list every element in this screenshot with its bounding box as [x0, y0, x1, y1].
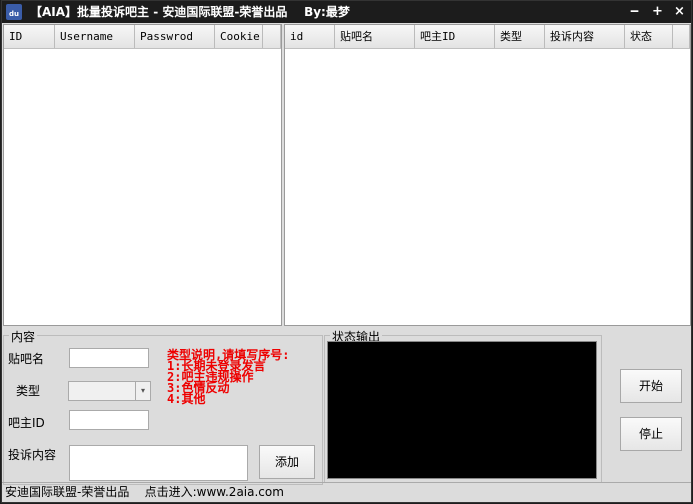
type-select[interactable]: ▾ — [68, 381, 151, 401]
complaint-input[interactable] — [69, 445, 248, 481]
column-id[interactable]: ID — [4, 25, 55, 48]
accounts-list[interactable]: ID Username Passwrod Cookie — [3, 24, 282, 326]
column-type[interactable]: 类型 — [495, 25, 545, 48]
status-output[interactable] — [327, 341, 597, 479]
bar-name-input[interactable] — [69, 348, 149, 368]
column-complaint[interactable]: 投诉内容 — [545, 25, 625, 48]
maximize-button[interactable]: + — [652, 1, 663, 23]
tasks-list[interactable]: id 贴吧名 吧主ID 类型 投诉内容 状态 — [284, 24, 691, 326]
add-button[interactable]: 添加 — [259, 445, 315, 479]
chevron-down-icon[interactable]: ▾ — [135, 382, 150, 400]
type-label: 类型 — [16, 384, 41, 398]
complaint-label: 投诉内容 — [8, 448, 57, 462]
start-button[interactable]: 开始 — [620, 369, 682, 403]
column-cookie[interactable]: Cookie — [215, 25, 263, 48]
column-id[interactable]: id — [285, 25, 335, 48]
column-owner-id[interactable]: 吧主ID — [415, 25, 495, 48]
owner-id-label: 吧主ID — [8, 416, 45, 430]
stop-button[interactable]: 停止 — [620, 417, 682, 451]
author-text: By:最梦 — [304, 5, 350, 19]
type-help: 类型说明,请填写序号: 1:长期未登录发言 2:吧主违规操作 3:色情反动 4:… — [167, 349, 289, 406]
type-help-line: 4:其他 — [167, 392, 206, 406]
window-title: 【AIA】批量投诉吧主 - 安迪国际联盟-荣誉出品 By:最梦 — [30, 1, 350, 23]
app-logo-icon: du — [6, 4, 22, 20]
column-filler — [673, 25, 690, 48]
credit-text: 安迪国际联盟-荣誉出品 — [5, 485, 130, 499]
column-status[interactable]: 状态 — [625, 25, 673, 48]
column-username[interactable]: Username — [55, 25, 135, 48]
title-text: 【AIA】批量投诉吧主 - 安迪国际联盟-荣誉出品 — [30, 5, 288, 19]
owner-id-input[interactable] — [69, 410, 149, 430]
close-button[interactable]: × — [674, 1, 685, 23]
website-link[interactable]: 点击进入:www.2aia.com — [145, 485, 284, 499]
column-password[interactable]: Passwrod — [135, 25, 215, 48]
column-filler — [263, 25, 281, 48]
main-window: du 【AIA】批量投诉吧主 - 安迪国际联盟-荣誉出品 By:最梦 ‒ + ×… — [1, 0, 692, 503]
title-bar: du 【AIA】批量投诉吧主 - 安迪国际联盟-荣誉出品 By:最梦 ‒ + × — [2, 1, 691, 23]
status-bar: 安迪国际联盟-荣誉出品 点击进入:www.2aia.com — [2, 482, 691, 502]
minimize-button[interactable]: ‒ — [630, 1, 639, 23]
content-group-label: 内容 — [9, 328, 38, 345]
column-bar-name[interactable]: 贴吧名 — [335, 25, 415, 48]
bar-name-label: 贴吧名 — [8, 352, 45, 366]
